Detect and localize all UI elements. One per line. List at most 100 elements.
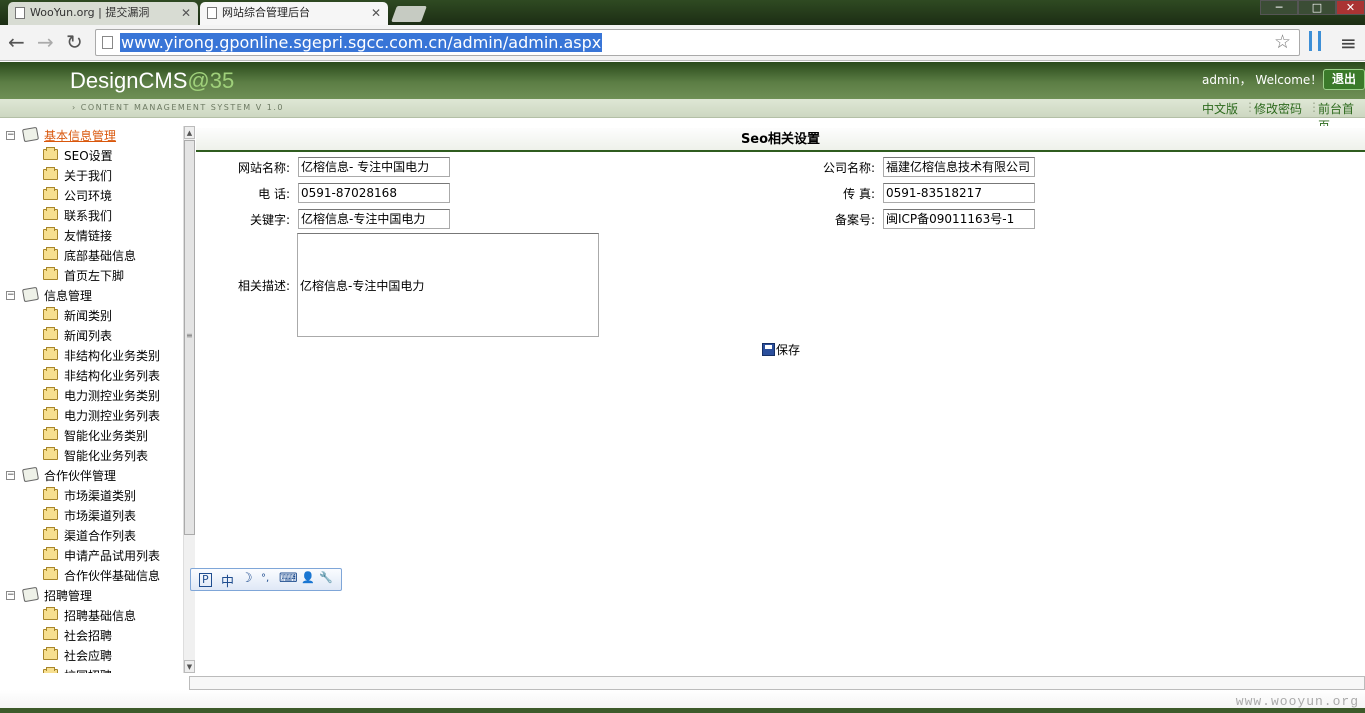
logout-button[interactable]: 退出 bbox=[1323, 69, 1365, 90]
tree-category-label[interactable]: 基本信息管理 bbox=[44, 126, 116, 146]
ime-keyboard-icon[interactable]: ⌨ bbox=[279, 571, 298, 586]
tree-item[interactable]: 关于我们 bbox=[0, 166, 183, 186]
tree-item[interactable]: 渠道合作列表 bbox=[0, 526, 183, 546]
collapse-toggle-icon[interactable]: − bbox=[6, 591, 15, 600]
tree-item-label[interactable]: 社会应聘 bbox=[64, 646, 112, 666]
tree-item[interactable]: 非结构化业务列表 bbox=[0, 366, 183, 386]
tree-item-label[interactable]: 首页左下脚 bbox=[64, 266, 124, 286]
tree-item-label[interactable]: 市场渠道列表 bbox=[64, 506, 136, 526]
description-textarea[interactable]: 亿榕信息-专注中国电力 bbox=[297, 233, 599, 337]
tree-category-label[interactable]: 信息管理 bbox=[44, 286, 92, 306]
collapse-toggle-icon[interactable]: − bbox=[6, 291, 15, 300]
tree-item-label[interactable]: 市场渠道类别 bbox=[64, 486, 136, 506]
tree-item[interactable]: SEO设置 bbox=[0, 146, 183, 166]
bookmark-star-icon[interactable]: ☆ bbox=[1274, 31, 1291, 53]
tree-item[interactable]: 公司环境 bbox=[0, 186, 183, 206]
tree-item-label[interactable]: 招聘基础信息 bbox=[64, 606, 136, 626]
tree-item-label[interactable]: 非结构化业务列表 bbox=[64, 366, 160, 386]
tree-item-label[interactable]: 电力测控业务类别 bbox=[64, 386, 160, 406]
ime-user-icon[interactable]: 👤 bbox=[301, 571, 315, 584]
forward-icon[interactable]: → bbox=[37, 30, 54, 54]
company-name-label: 公司名称: bbox=[822, 161, 875, 175]
tree-item[interactable]: 电力测控业务类别 bbox=[0, 386, 183, 406]
tree-item-label[interactable]: 渠道合作列表 bbox=[64, 526, 136, 546]
maximize-button[interactable]: □ bbox=[1298, 0, 1336, 15]
tree-item[interactable]: 市场渠道类别 bbox=[0, 486, 183, 506]
browser-tab-wooyun[interactable]: WooYun.org | 提交漏洞 ✕ bbox=[8, 2, 198, 25]
tree-item[interactable]: 招聘基础信息 bbox=[0, 606, 183, 626]
link-chinese-version[interactable]: 中文版 bbox=[1202, 100, 1238, 117]
fax-input[interactable]: 0591-83518217 bbox=[883, 183, 1035, 203]
tree-item-label[interactable]: 智能化业务列表 bbox=[64, 446, 148, 466]
close-window-button[interactable]: ✕ bbox=[1336, 0, 1365, 15]
link-change-password[interactable]: 修改密码 bbox=[1254, 100, 1302, 117]
tree-category-label[interactable]: 合作伙伴管理 bbox=[44, 466, 116, 486]
back-icon[interactable]: ← bbox=[8, 30, 25, 54]
tree-item-label[interactable]: 电力测控业务列表 bbox=[64, 406, 160, 426]
ime-punctuation-icon[interactable]: °, bbox=[261, 573, 269, 584]
tree-item-label[interactable]: 申请产品试用列表 bbox=[64, 546, 160, 566]
company-name-input[interactable]: 福建亿榕信息技术有限公司 bbox=[883, 157, 1035, 177]
tree-item[interactable]: 合作伙伴基础信息 bbox=[0, 566, 183, 586]
tree-category[interactable]: − 合作伙伴管理 bbox=[0, 466, 183, 486]
keywords-input[interactable]: 亿榕信息-专注中国电力 bbox=[298, 209, 450, 229]
tree-item-label[interactable]: 非结构化业务类别 bbox=[64, 346, 160, 366]
tree-item-label[interactable]: 新闻类别 bbox=[64, 306, 112, 326]
minimize-button[interactable]: ─ bbox=[1260, 0, 1298, 15]
tree-item-label[interactable]: SEO设置 bbox=[64, 146, 113, 166]
category-icon bbox=[21, 126, 40, 143]
tree-category[interactable]: − 信息管理 bbox=[0, 286, 183, 306]
tree-item[interactable]: 底部基础信息 bbox=[0, 246, 183, 266]
close-tab-icon[interactable]: ✕ bbox=[371, 2, 381, 24]
tree-item[interactable]: 市场渠道列表 bbox=[0, 506, 183, 526]
tree-item[interactable]: 新闻列表 bbox=[0, 326, 183, 346]
ime-logo-icon[interactable]: P bbox=[199, 573, 212, 587]
scroll-up-icon[interactable]: ▲ bbox=[184, 126, 195, 139]
tree-item-label[interactable]: 智能化业务类别 bbox=[64, 426, 148, 446]
new-tab-button[interactable] bbox=[391, 6, 427, 22]
tree-item-label[interactable]: 底部基础信息 bbox=[64, 246, 136, 266]
ime-toolbar[interactable]: P 中 ☽ °, ⌨ 👤 🔧 bbox=[190, 568, 342, 591]
collapse-toggle-icon[interactable]: − bbox=[6, 471, 15, 480]
tree-category[interactable]: − 基本信息管理 bbox=[0, 126, 183, 146]
ime-settings-icon[interactable]: 🔧 bbox=[319, 571, 333, 584]
tree-item-label[interactable]: 社会招聘 bbox=[64, 626, 112, 646]
extension-icon[interactable] bbox=[1309, 31, 1321, 51]
tree-item-label[interactable]: 联系我们 bbox=[64, 206, 112, 226]
tree-item[interactable]: 联系我们 bbox=[0, 206, 183, 226]
tree-category-label[interactable]: 招聘管理 bbox=[44, 586, 92, 606]
icp-input[interactable]: 闽ICP备09011163号-1 bbox=[883, 209, 1035, 229]
tree-item[interactable]: 社会应聘 bbox=[0, 646, 183, 666]
scrollbar-thumb[interactable]: ≡ bbox=[184, 140, 195, 535]
tree-item[interactable]: 非结构化业务类别 bbox=[0, 346, 183, 366]
ime-chinese-mode-icon[interactable]: 中 bbox=[221, 571, 234, 590]
tree-item[interactable]: 友情链接 bbox=[0, 226, 183, 246]
save-button[interactable]: 保存 bbox=[762, 342, 800, 358]
tree-item[interactable]: 电力测控业务列表 bbox=[0, 406, 183, 426]
tree-category[interactable]: − 招聘管理 bbox=[0, 586, 183, 606]
close-tab-icon[interactable]: ✕ bbox=[181, 2, 191, 24]
url-text[interactable]: www.yirong.gponline.sgepri.sgcc.com.cn/a… bbox=[120, 33, 603, 52]
reload-icon[interactable]: ↻ bbox=[66, 30, 83, 54]
tree-item-label[interactable]: 新闻列表 bbox=[64, 326, 112, 346]
browser-tab-admin[interactable]: 网站综合管理后台 ✕ bbox=[200, 2, 388, 25]
tree-item-label[interactable]: 公司环境 bbox=[64, 186, 112, 206]
site-name-input[interactable]: 亿榕信息- 专注中国电力 bbox=[298, 157, 450, 177]
address-bar[interactable]: www.yirong.gponline.sgepri.sgcc.com.cn/a… bbox=[95, 29, 1300, 56]
tree-item[interactable]: 社会招聘 bbox=[0, 626, 183, 646]
tree-item[interactable]: 申请产品试用列表 bbox=[0, 546, 183, 566]
tree-item[interactable]: 校园招聘 bbox=[0, 666, 183, 673]
tree-item[interactable]: 首页左下脚 bbox=[0, 266, 183, 286]
ime-halfwidth-icon[interactable]: ☽ bbox=[241, 571, 253, 586]
scroll-down-icon[interactable]: ▼ bbox=[184, 660, 195, 673]
menu-icon[interactable]: ≡ bbox=[1340, 31, 1357, 55]
tree-item-label[interactable]: 合作伙伴基础信息 bbox=[64, 566, 160, 586]
tree-item-label[interactable]: 关于我们 bbox=[64, 166, 112, 186]
tree-item[interactable]: 智能化业务列表 bbox=[0, 446, 183, 466]
phone-input[interactable]: 0591-87028168 bbox=[298, 183, 450, 203]
tree-item[interactable]: 新闻类别 bbox=[0, 306, 183, 326]
tree-item-label[interactable]: 友情链接 bbox=[64, 226, 112, 246]
collapse-toggle-icon[interactable]: − bbox=[6, 131, 15, 140]
tree-item[interactable]: 智能化业务类别 bbox=[0, 426, 183, 446]
tree-item-label[interactable]: 校园招聘 bbox=[64, 666, 112, 673]
